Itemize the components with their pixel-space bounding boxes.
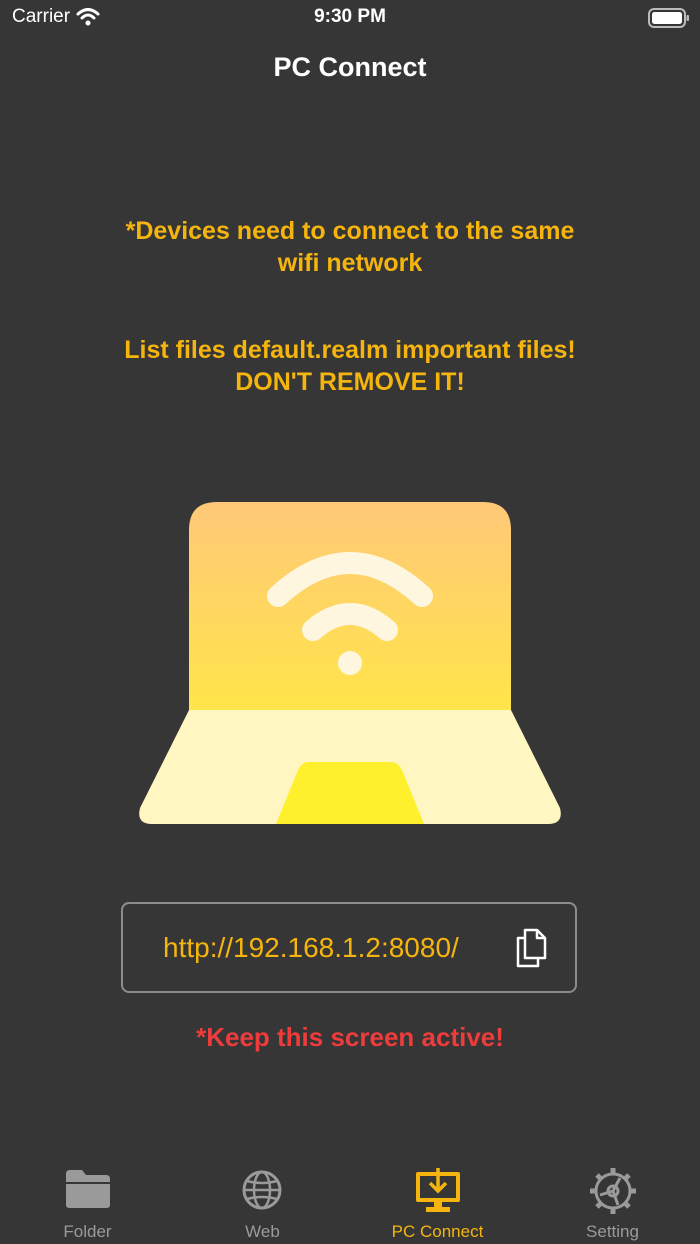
globe-icon xyxy=(242,1170,282,1210)
realm-notice-line-1: List files default.realm important files… xyxy=(124,336,576,364)
tab-setting[interactable]: Setting xyxy=(525,1158,700,1244)
wifi-notice-line-1: *Devices need to connect to the same xyxy=(125,217,575,245)
realm-notice-line-2: DON'T REMOVE IT! xyxy=(235,368,465,396)
status-time: 9:30 PM xyxy=(314,6,386,27)
server-url[interactable]: http://192.168.1.2:8080/ xyxy=(163,932,459,964)
battery-icon xyxy=(648,8,690,33)
tab-pc-connect-label: PC Connect xyxy=(391,1222,484,1241)
tab-folder-label: Folder xyxy=(63,1222,112,1241)
gear-icon xyxy=(590,1168,636,1214)
monitor-download-icon xyxy=(416,1168,460,1212)
laptop-wifi-illustration xyxy=(136,500,564,828)
server-url-box: http://192.168.1.2:8080/ xyxy=(121,902,577,993)
tab-setting-label: Setting xyxy=(586,1222,639,1241)
tab-pc-connect[interactable]: PC Connect xyxy=(350,1158,525,1244)
wifi-notice: *Devices need to connect to the same wif… xyxy=(60,215,640,279)
tab-web[interactable]: Web xyxy=(175,1158,350,1244)
copy-url-button[interactable] xyxy=(515,928,549,968)
copy-icon xyxy=(516,928,547,968)
status-bar: Carrier 9:30 PM xyxy=(0,0,700,36)
wifi-notice-line-2: wifi network xyxy=(277,249,423,277)
page-title: PC Connect xyxy=(273,52,427,82)
folder-icon xyxy=(66,1170,110,1208)
keep-active-warning: *Keep this screen active! xyxy=(196,1022,504,1052)
tab-bar: Folder Web PC Connect Setting xyxy=(0,1158,700,1244)
tab-folder[interactable]: Folder xyxy=(0,1158,175,1244)
tab-web-label: Web xyxy=(245,1222,280,1241)
realm-notice: List files default.realm important files… xyxy=(60,334,640,398)
